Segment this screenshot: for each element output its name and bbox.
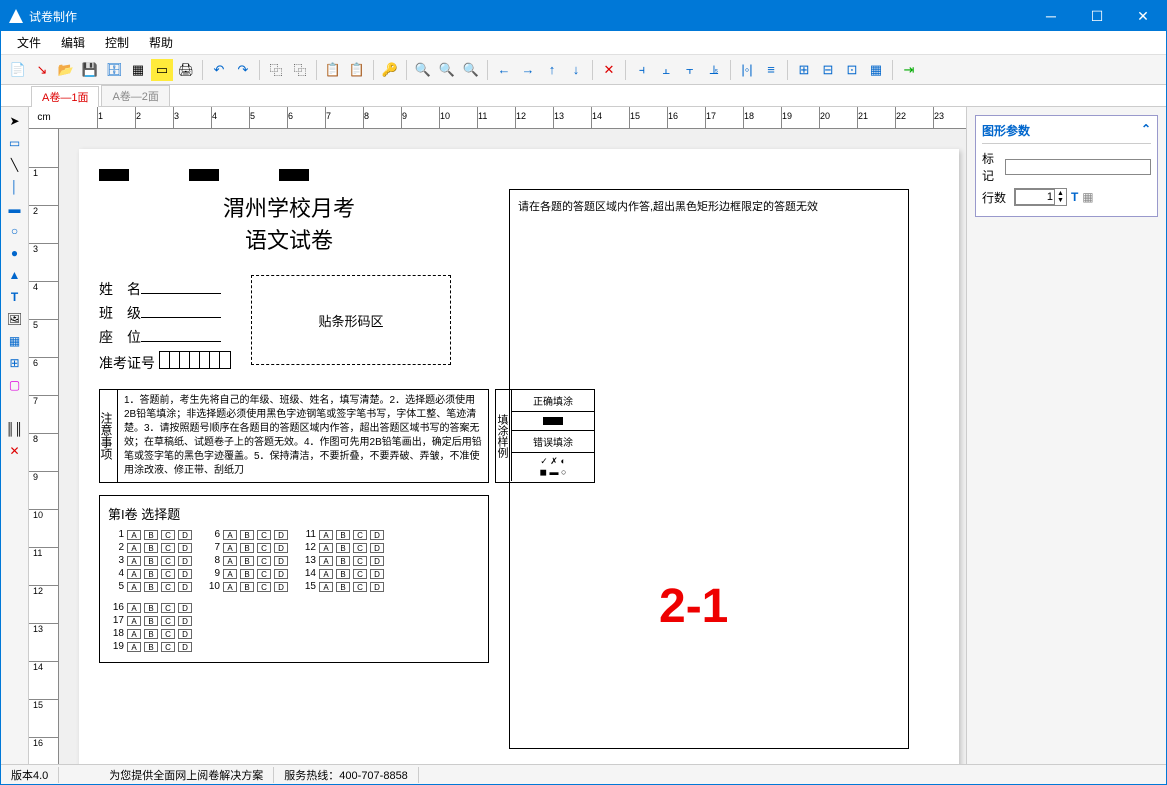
tool-palette: ➤ ▭ ╲ │ ▬ ○ ● ▲ T 🖼 ▦ ⊞ ▢ ║║ ✕: [1, 107, 29, 764]
menu-control[interactable]: 控制: [95, 32, 139, 53]
arrow-right-icon[interactable]: →: [517, 59, 539, 81]
fillellipse-tool-icon[interactable]: ●: [4, 243, 26, 263]
paste-icon[interactable]: ⿻: [289, 59, 311, 81]
grid2-icon[interactable]: ⊟: [817, 59, 839, 81]
page-setup-icon[interactable]: ▦: [127, 59, 149, 81]
align-bottom-icon[interactable]: ⫡: [703, 59, 725, 81]
menu-help[interactable]: 帮助: [139, 32, 183, 53]
collapse-icon[interactable]: ⌃: [1141, 122, 1151, 139]
menubar: 文件 编辑 控制 帮助: [1, 31, 1166, 55]
canvas[interactable]: 渭州学校月考 语文试卷 姓 名 班 级 座 位 准考证号 贴条形码区: [59, 129, 966, 764]
table-tool-icon[interactable]: ▦: [4, 331, 26, 351]
rows-label: 行数: [982, 189, 1010, 206]
zoom-in-icon[interactable]: 🔍: [460, 59, 482, 81]
rows-spinner[interactable]: ▲▼: [1014, 188, 1067, 206]
print-icon[interactable]: 🖨: [175, 59, 197, 81]
rect-tool-icon[interactable]: ▭: [4, 133, 26, 153]
ellipse-tool-icon[interactable]: ○: [4, 221, 26, 241]
saveall-icon[interactable]: 🗄: [103, 59, 125, 81]
mark-label: 标记: [982, 150, 1001, 184]
fillrect-tool-icon[interactable]: ▬: [4, 199, 26, 219]
new-icon[interactable]: 📄: [7, 59, 29, 81]
dist-v-icon[interactable]: ≡: [760, 59, 782, 81]
redo-icon[interactable]: ↷: [232, 59, 254, 81]
app-window: 试卷制作 ─ ☐ ✕ 文件 编辑 控制 帮助 📄 ↘ 📂 💾 🗄 ▦ ▭ 🖨 ↶…: [0, 0, 1167, 785]
app-icon: [9, 9, 23, 23]
tab-a2[interactable]: A卷—2面: [101, 85, 169, 106]
close-button[interactable]: ✕: [1120, 1, 1166, 31]
status-slogan: 为您提供全面网上阅卷解决方案: [99, 767, 274, 783]
panel-title: 图形参数: [982, 122, 1030, 139]
align-top-icon[interactable]: ⫟: [679, 59, 701, 81]
zoom-out-icon[interactable]: 🔍: [412, 59, 434, 81]
page-tabs: A卷—1面 A卷—2面: [1, 85, 1166, 107]
line-tool-icon[interactable]: ╲: [4, 155, 26, 175]
space1: [4, 397, 26, 417]
select-icon[interactable]: ▭: [151, 59, 173, 81]
copy-icon[interactable]: ⿻: [265, 59, 287, 81]
menu-edit[interactable]: 编辑: [51, 32, 95, 53]
grid-tool-icon[interactable]: ⊞: [4, 353, 26, 373]
barcode-tool-icon[interactable]: ║║: [4, 419, 26, 439]
maximize-button[interactable]: ☐: [1074, 1, 1120, 31]
properties-panel: 图形参数 ⌃ 标记 行数 ▲▼ T ▦: [966, 107, 1166, 764]
exit-icon[interactable]: ⇥: [898, 59, 920, 81]
save-icon[interactable]: 💾: [79, 59, 101, 81]
grid-style-icon[interactable]: ▦: [1082, 190, 1093, 204]
ruler-unit: cm: [29, 112, 59, 123]
window-title: 试卷制作: [29, 8, 1028, 25]
answer-area: 请在各题的答题区域内作答,超出黑色矩形边框限定的答题无效: [509, 189, 909, 749]
align-right-icon[interactable]: ⫠: [655, 59, 677, 81]
page-number: 2-1: [659, 579, 728, 634]
align-left-icon[interactable]: ⫞: [631, 59, 653, 81]
exam-page: 渭州学校月考 语文试卷 姓 名 班 级 座 位 准考证号 贴条形码区: [79, 149, 959, 764]
delete-tool-icon[interactable]: ✕: [4, 441, 26, 461]
grid3-icon[interactable]: ⊡: [841, 59, 863, 81]
custom-tool-icon[interactable]: ▢: [4, 375, 26, 395]
arrow-up-icon[interactable]: ↑: [541, 59, 563, 81]
exam-title: 渭州学校月考 语文试卷: [99, 191, 479, 255]
lock-icon[interactable]: 🔑: [379, 59, 401, 81]
toolbar: 📄 ↘ 📂 💾 🗄 ▦ ▭ 🖨 ↶ ↷ ⿻ ⿻ 📋 📋 🔑 🔍 🔍 🔍 ← → …: [1, 55, 1166, 85]
notice-text: 1．答题前，考生先将自己的年级、班级、姓名，填写清楚。2．选择题必须使用2B铅笔…: [118, 390, 488, 482]
grid4-icon[interactable]: ▦: [865, 59, 887, 81]
titlebar: 试卷制作 ─ ☐ ✕: [1, 1, 1166, 31]
status-version: 版本4.0: [1, 767, 59, 783]
arrow-left-icon[interactable]: ←: [493, 59, 515, 81]
grid1-icon[interactable]: ⊞: [793, 59, 815, 81]
notice-label: 注意事项: [100, 390, 118, 482]
arrow-down-icon[interactable]: ↓: [565, 59, 587, 81]
vline-tool-icon[interactable]: │: [4, 177, 26, 197]
menu-file[interactable]: 文件: [7, 32, 51, 53]
cut-icon[interactable]: 📋: [322, 59, 344, 81]
ruler-horizontal: cm 1234567891011121314151617181920212223: [29, 107, 966, 129]
undo-icon[interactable]: ↶: [208, 59, 230, 81]
wizard-icon[interactable]: ↘: [31, 59, 53, 81]
clipboard-icon[interactable]: 📋: [346, 59, 368, 81]
minimize-button[interactable]: ─: [1028, 1, 1074, 31]
triangle-tool-icon[interactable]: ▲: [4, 265, 26, 285]
open-icon[interactable]: 📂: [55, 59, 77, 81]
text-tool-icon[interactable]: T: [4, 287, 26, 307]
text-style-icon[interactable]: T: [1071, 190, 1078, 204]
barcode-area: 贴条形码区: [251, 275, 451, 365]
statusbar: 版本4.0 为您提供全面网上阅卷解决方案 服务热线：400-707-8858: [1, 764, 1166, 784]
tab-a1[interactable]: A卷—1面: [31, 86, 99, 107]
mark-input[interactable]: [1005, 159, 1151, 175]
section-1: 第I卷 选择题 1ABCD6ABCD11ABCD2ABCD7ABCD12ABCD…: [99, 495, 489, 663]
dist-h-icon[interactable]: |◦|: [736, 59, 758, 81]
pointer-tool-icon[interactable]: ➤: [4, 111, 26, 131]
zoom-fit-icon[interactable]: 🔍: [436, 59, 458, 81]
delete-icon[interactable]: ✕: [598, 59, 620, 81]
student-info: 姓 名 班 级 座 位 准考证号: [99, 275, 231, 377]
ruler-vertical: 12345678910111213141516: [29, 129, 59, 764]
image-tool-icon[interactable]: 🖼: [4, 309, 26, 329]
status-hotline: 服务热线：400-707-8858: [274, 767, 419, 783]
